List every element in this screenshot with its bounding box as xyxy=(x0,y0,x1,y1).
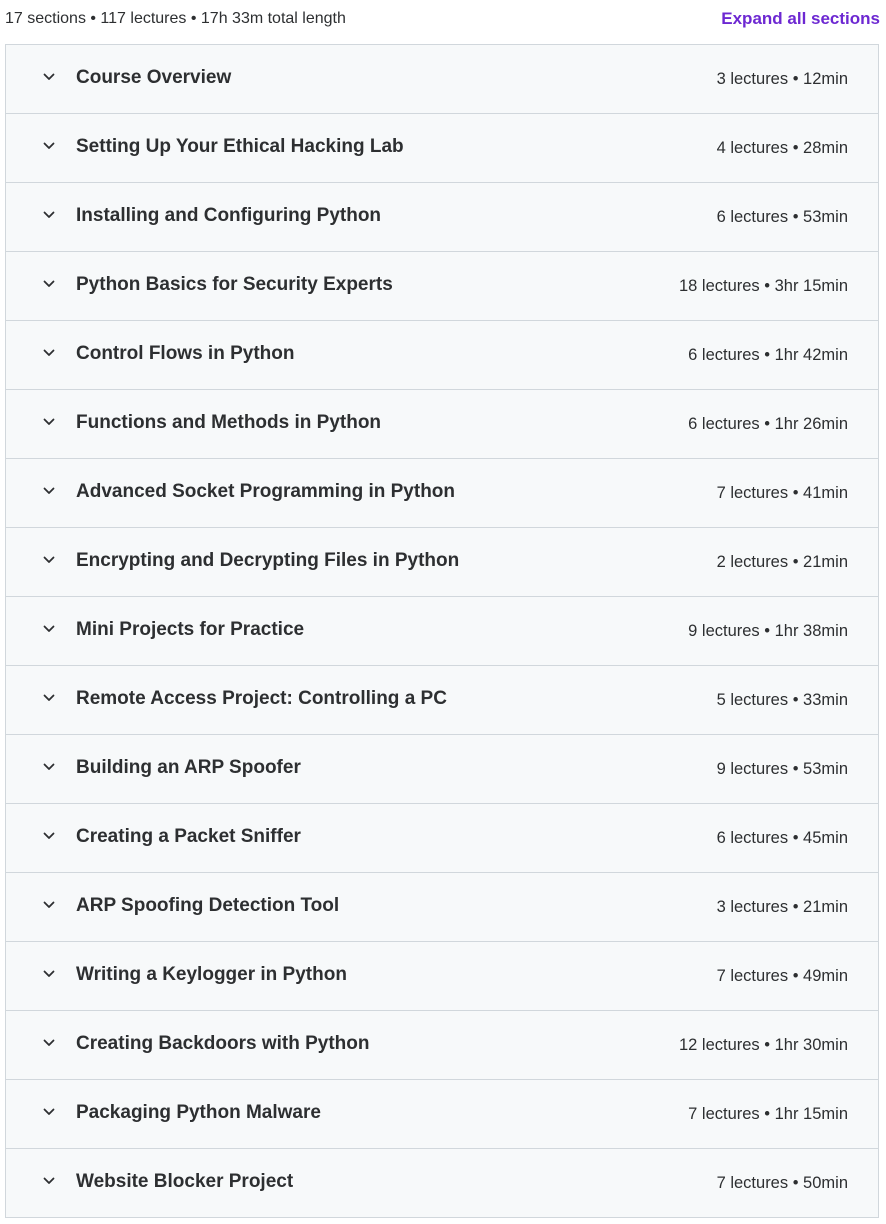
section-meta: 4 lectures • 28min xyxy=(716,139,848,157)
section-title: Building an ARP Spoofer xyxy=(76,757,301,778)
section-header[interactable]: Website Blocker Project 7 lectures • 50mi… xyxy=(6,1149,878,1217)
chevron-down-icon xyxy=(42,967,56,981)
chevron-down-icon xyxy=(42,1174,56,1188)
expand-all-sections-button[interactable]: Expand all sections xyxy=(721,8,880,30)
chevron-down-icon xyxy=(42,760,56,774)
section-header[interactable]: Mini Projects for Practice 9 lectures • 1… xyxy=(6,597,878,666)
section-title: Functions and Methods in Python xyxy=(76,412,382,433)
section-meta: 3 lectures • 21min xyxy=(716,898,848,916)
section-header[interactable]: Creating Backdoors with Python 12 lecture… xyxy=(6,1011,878,1080)
section-list: Course Overview 3 lectures • 12min Setting… xyxy=(5,44,879,1218)
section-title: ARP Spoofing Detection Tool xyxy=(76,895,340,916)
section-header[interactable]: Writing a Keylogger in Python 7 lectures … xyxy=(6,942,878,1011)
section-title: Writing a Keylogger in Python xyxy=(76,964,347,985)
chevron-down-icon xyxy=(42,829,56,843)
section-title: Encrypting and Decrypting Files in Pytho… xyxy=(76,550,460,571)
section-meta: 9 lectures • 53min xyxy=(716,760,848,778)
section-title: Remote Access Project: Controlling a PC xyxy=(76,688,447,709)
section-meta: 5 lectures • 33min xyxy=(716,691,848,709)
section-meta: 7 lectures • 41min xyxy=(716,484,848,502)
section-header[interactable]: Advanced Socket Programming in Python 7 l… xyxy=(6,459,878,528)
chevron-down-icon xyxy=(42,484,56,498)
section-meta: 6 lectures • 53min xyxy=(716,208,848,226)
chevron-down-icon xyxy=(42,208,56,222)
section-meta: 6 lectures • 1hr 26min xyxy=(688,415,848,433)
section-header[interactable]: ARP Spoofing Detection Tool 3 lectures • … xyxy=(6,873,878,942)
section-title: Course Overview xyxy=(76,67,232,88)
curriculum-summary: 17 sections • 117 lectures • 17h 33m tot… xyxy=(5,10,346,27)
section-meta: 2 lectures • 21min xyxy=(716,553,848,571)
section-meta: 7 lectures • 1hr 15min xyxy=(688,1105,848,1123)
section-title: Advanced Socket Programming in Python xyxy=(76,481,456,502)
section-header[interactable]: Creating a Packet Sniffer 6 lectures • 45… xyxy=(6,804,878,873)
section-header[interactable]: Encrypting and Decrypting Files in Pytho… xyxy=(6,528,878,597)
section-title: Setting Up Your Ethical Hacking Lab xyxy=(76,136,404,157)
chevron-down-icon xyxy=(42,622,56,636)
section-meta: 18 lectures • 3hr 15min xyxy=(678,277,848,295)
section-meta: 7 lectures • 49min xyxy=(716,967,848,985)
chevron-down-icon xyxy=(42,898,56,912)
section-title: Creating a Packet Sniffer xyxy=(76,826,301,847)
section-header[interactable]: Course Overview 3 lectures • 12min xyxy=(6,45,878,114)
chevron-down-icon xyxy=(42,415,56,429)
chevron-down-icon xyxy=(42,1105,56,1119)
section-title: Installing and Configuring Python xyxy=(76,205,382,226)
course-curriculum: 17 sections • 117 lectures • 17h 33m tot… xyxy=(0,0,886,1224)
section-header[interactable]: Remote Access Project: Controlling a PC 5… xyxy=(6,666,878,735)
section-meta: 9 lectures • 1hr 38min xyxy=(688,622,848,640)
curriculum-summary-bar: 17 sections • 117 lectures • 17h 33m tot… xyxy=(0,0,886,40)
section-meta: 3 lectures • 12min xyxy=(716,70,848,88)
section-title: Packaging Python Malware xyxy=(76,1102,321,1123)
section-header[interactable]: Setting Up Your Ethical Hacking Lab 4 lec… xyxy=(6,114,878,183)
section-meta: 12 lectures • 1hr 30min xyxy=(678,1036,848,1054)
section-title: Control Flows in Python xyxy=(76,343,295,364)
chevron-down-icon xyxy=(42,691,56,705)
section-header[interactable]: Control Flows in Python 6 lectures • 1hr … xyxy=(6,321,878,390)
section-header[interactable]: Python Basics for Security Experts 18 lec… xyxy=(6,252,878,321)
chevron-down-icon xyxy=(42,346,56,360)
section-meta: 6 lectures • 45min xyxy=(716,829,848,847)
section-title: Python Basics for Security Experts xyxy=(76,274,393,295)
chevron-down-icon xyxy=(42,277,56,291)
chevron-down-icon xyxy=(42,139,56,153)
section-title: Website Blocker Project xyxy=(76,1171,294,1192)
section-title: Mini Projects for Practice xyxy=(76,619,305,640)
section-header[interactable]: Installing and Configuring Python 6 lectu… xyxy=(6,183,878,252)
section-header[interactable]: Functions and Methods in Python 6 lecture… xyxy=(6,390,878,459)
section-title: Creating Backdoors with Python xyxy=(76,1033,370,1054)
section-header[interactable]: Building an ARP Spoofer 9 lectures • 53mi… xyxy=(6,735,878,804)
chevron-down-icon xyxy=(42,553,56,567)
section-meta: 6 lectures • 1hr 42min xyxy=(688,346,848,364)
chevron-down-icon xyxy=(42,1036,56,1050)
section-header[interactable]: Packaging Python Malware 7 lectures • 1hr… xyxy=(6,1080,878,1149)
section-meta: 7 lectures • 50min xyxy=(716,1174,848,1192)
chevron-down-icon xyxy=(42,70,56,84)
